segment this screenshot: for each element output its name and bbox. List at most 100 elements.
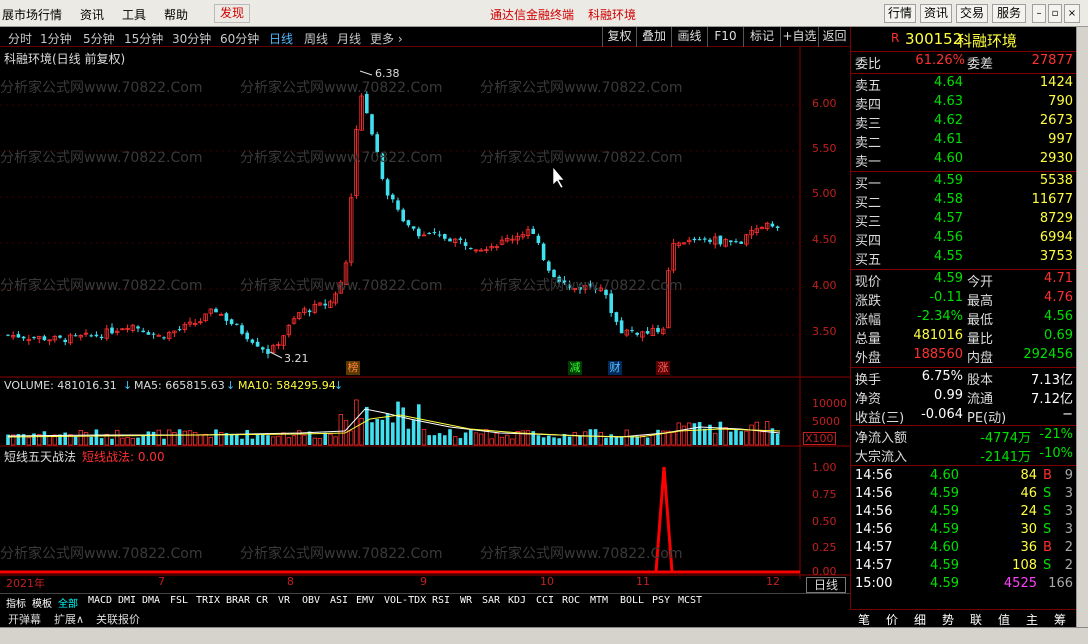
quote-tab[interactable]: 势 bbox=[942, 611, 954, 628]
quote-tab[interactable]: 笔 bbox=[858, 611, 870, 628]
ask-row[interactable]: 卖三 4.62 2673 bbox=[851, 113, 1077, 132]
expand-button[interactable]: 扩展∧ bbox=[54, 611, 84, 627]
badge-reduce[interactable]: 减 bbox=[568, 361, 582, 375]
menu-news[interactable]: 资讯 bbox=[80, 6, 104, 23]
kline-chart-area[interactable]: 分析家公式网www.70822.Com 分析家公式网www.70822.Com … bbox=[0, 47, 850, 590]
quote-tab[interactable]: 筹 bbox=[1054, 611, 1066, 628]
indicator-tab[interactable]: WR bbox=[460, 595, 472, 606]
volume-bar bbox=[630, 436, 634, 445]
indicator-tab[interactable]: 指标 bbox=[6, 595, 26, 610]
period-30min[interactable]: 30分钟 bbox=[172, 30, 211, 47]
overlay-button[interactable]: 叠加 bbox=[636, 27, 671, 47]
indicator-tab[interactable]: MCST bbox=[678, 595, 702, 606]
indicator-tab[interactable]: 全部 bbox=[58, 595, 78, 610]
period-5min[interactable]: 5分钟 bbox=[83, 30, 115, 47]
volume-bar bbox=[557, 438, 561, 445]
service-button[interactable]: 服务 bbox=[992, 4, 1026, 23]
candle-body bbox=[255, 341, 260, 347]
volume-bar bbox=[676, 422, 681, 446]
quote-tab[interactable]: 主 bbox=[1026, 611, 1038, 628]
bid-row[interactable]: 买四 4.56 6994 bbox=[851, 230, 1077, 249]
indicator-tab[interactable]: ASI bbox=[330, 595, 348, 606]
ask-row[interactable]: 卖四 4.63 790 bbox=[851, 94, 1077, 113]
ask-row[interactable]: 卖二 4.61 997 bbox=[851, 132, 1077, 151]
flow-pct: -10% bbox=[1039, 446, 1073, 461]
indicator-tab[interactable]: ROC bbox=[562, 595, 580, 606]
candle-body bbox=[266, 348, 270, 354]
news-button[interactable]: 资讯 bbox=[920, 4, 952, 23]
indicator-tab[interactable]: 模板 bbox=[32, 595, 52, 610]
f10-button[interactable]: F10 bbox=[707, 27, 743, 47]
draw-button[interactable]: 画线 bbox=[671, 27, 707, 47]
chart-toolbar: 分时 1分钟 5分钟 15分钟 30分钟 60分钟 日线 周线 月线 更多 › … bbox=[0, 27, 850, 47]
period-15min[interactable]: 15分钟 bbox=[124, 30, 163, 47]
badge-finance[interactable]: 财 bbox=[608, 361, 622, 375]
period-daily[interactable]: 日线 bbox=[269, 30, 293, 47]
indicator-tab[interactable]: VR bbox=[278, 595, 290, 606]
quote-tab[interactable]: 价 bbox=[886, 611, 898, 628]
indicator-tab[interactable]: MACD bbox=[88, 595, 112, 606]
menu-tools[interactable]: 工具 bbox=[122, 6, 146, 23]
badge-limit-up[interactable]: 涨 bbox=[656, 361, 670, 375]
menu-help[interactable]: 帮助 bbox=[164, 6, 188, 23]
indicator-tab[interactable]: EMV bbox=[356, 595, 374, 606]
close-icon[interactable]: × bbox=[1064, 4, 1080, 23]
indicator-tab[interactable]: SAR bbox=[482, 595, 500, 606]
mark-button[interactable]: 标记 bbox=[743, 27, 780, 47]
bid-row[interactable]: 买二 4.58 11677 bbox=[851, 192, 1077, 211]
scrollbar[interactable] bbox=[1076, 27, 1088, 627]
indicator-tab[interactable]: TRIX bbox=[196, 595, 220, 606]
period-label[interactable]: 日线 bbox=[806, 577, 846, 593]
indicator-axis-label: 0.25 bbox=[812, 541, 837, 554]
chart-canvas[interactable] bbox=[0, 47, 850, 579]
tick-volume: 108 bbox=[1012, 558, 1037, 573]
tick-row: 14:56 4.59 24 S 3 bbox=[851, 504, 1077, 522]
indicator-tab[interactable]: VOL-TDX bbox=[384, 595, 426, 606]
indicator-tab[interactable]: BOLL bbox=[620, 595, 644, 606]
link-stock[interactable]: 科融环境 bbox=[588, 6, 636, 23]
volume-bar bbox=[744, 430, 749, 446]
minimize-icon[interactable]: – bbox=[1032, 4, 1046, 23]
indicator-tab[interactable]: PSY bbox=[652, 595, 670, 606]
bid-row[interactable]: 买三 4.57 8729 bbox=[851, 211, 1077, 230]
indicator-tab[interactable]: CR bbox=[256, 595, 268, 606]
add-watchlist-button[interactable]: +自选 bbox=[780, 27, 818, 47]
badge-rank[interactable]: 榜 bbox=[346, 361, 360, 375]
period-1min[interactable]: 1分钟 bbox=[40, 30, 72, 47]
quote-button[interactable]: 行情 bbox=[884, 4, 916, 23]
danmaku-toggle[interactable]: 开弹幕 bbox=[8, 611, 41, 627]
volume-bar bbox=[552, 437, 556, 445]
related-quotes-button[interactable]: 关联报价 bbox=[96, 611, 140, 627]
menu-discover[interactable]: 发现 bbox=[214, 4, 251, 23]
indicator-tab[interactable]: KDJ bbox=[508, 595, 526, 606]
period-more[interactable]: 更多 › bbox=[370, 30, 403, 47]
period-monthly[interactable]: 月线 bbox=[337, 30, 361, 47]
indicator-tab[interactable]: BRAR bbox=[226, 595, 250, 606]
link-terminal[interactable]: 通达信金融终端 bbox=[490, 6, 574, 23]
quote-tab[interactable]: 细 bbox=[914, 611, 926, 628]
indicator-tab[interactable]: DMA bbox=[142, 595, 160, 606]
quote-tab[interactable]: 联 bbox=[970, 611, 982, 628]
period-weekly[interactable]: 周线 bbox=[304, 30, 328, 47]
indicator-tab[interactable]: FSL bbox=[170, 595, 188, 606]
menu-market[interactable]: 展市场行情 bbox=[2, 6, 62, 23]
indicator-tab[interactable]: CCI bbox=[536, 595, 554, 606]
indicator-tab[interactable]: DMI bbox=[118, 595, 136, 606]
restore-icon[interactable]: ▫ bbox=[1048, 4, 1062, 23]
ask-row[interactable]: 卖五 4.64 1424 bbox=[851, 75, 1077, 94]
back-button[interactable]: 返回 bbox=[818, 27, 850, 47]
indicator-tab[interactable]: MTM bbox=[590, 595, 608, 606]
period-tick[interactable]: 分时 bbox=[8, 30, 32, 47]
adjust-button[interactable]: 复权 bbox=[602, 27, 636, 47]
volume-bar bbox=[583, 431, 588, 446]
ask-row[interactable]: 卖一 4.60 2930 bbox=[851, 151, 1077, 170]
period-60min[interactable]: 60分钟 bbox=[220, 30, 259, 47]
candle-body bbox=[645, 331, 650, 334]
bid-row[interactable]: 买五 4.55 3753 bbox=[851, 249, 1077, 268]
trade-button[interactable]: 交易 bbox=[956, 4, 988, 23]
indicator-tab[interactable]: OBV bbox=[302, 595, 320, 606]
indicator-name[interactable]: 短线五天战法 bbox=[4, 448, 76, 465]
bid-row[interactable]: 买一 4.59 5538 bbox=[851, 173, 1077, 192]
quote-tab[interactable]: 值 bbox=[998, 611, 1010, 628]
indicator-tab[interactable]: RSI bbox=[432, 595, 450, 606]
